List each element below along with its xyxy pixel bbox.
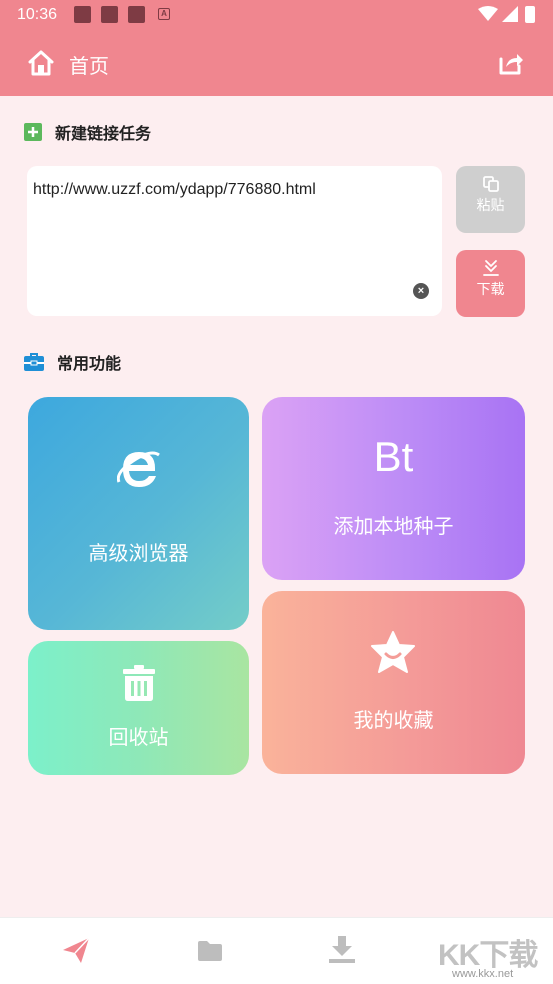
signal-icon	[502, 6, 518, 22]
notification-icon	[74, 6, 91, 23]
status-time: 10:36	[17, 6, 58, 23]
download-arrow-icon	[482, 260, 499, 276]
status-bar: 10:36 A	[0, 0, 553, 32]
section-title: 常用功能	[57, 354, 122, 373]
paste-button-label: 粘贴	[476, 198, 505, 214]
add-torrent-card-label: 添加本地种子	[333, 514, 454, 538]
recycle-bin-card[interactable]: 回收站	[28, 641, 249, 775]
add-torrent-card[interactable]: Bt 添加本地种子	[262, 397, 525, 580]
browser-card-label: 高级浏览器	[88, 541, 189, 565]
add-icon	[24, 123, 42, 141]
bt-icon: Bt	[373, 433, 414, 480]
download-icon[interactable]	[328, 935, 356, 965]
browser-e-icon	[117, 451, 160, 487]
star-icon	[371, 631, 415, 673]
send-icon[interactable]	[61, 935, 91, 965]
url-input-value: http://www.uzzf.com/ydapp/776880.html	[33, 181, 316, 198]
download-button[interactable]: 下载	[456, 250, 525, 317]
notification-icon	[101, 6, 118, 23]
section-title: 新建链接任务	[55, 124, 152, 143]
folder-icon[interactable]	[197, 940, 223, 962]
wifi-icon	[478, 6, 498, 21]
url-input[interactable]: http://www.uzzf.com/ydapp/776880.html ×	[27, 166, 442, 316]
download-button-label: 下载	[476, 282, 505, 298]
clear-icon[interactable]: ×	[413, 283, 429, 299]
trash-icon	[123, 665, 155, 701]
copy-icon	[482, 176, 499, 192]
page-title: 首页	[69, 54, 109, 78]
toolbox-icon	[24, 353, 44, 371]
favorites-card-label: 我的收藏	[353, 708, 434, 732]
favorites-card[interactable]: 我的收藏	[262, 591, 525, 774]
paste-button[interactable]: 粘贴	[456, 166, 525, 233]
app-header-bar: 10:36 A 首页	[0, 0, 553, 96]
share-icon[interactable]	[498, 50, 524, 76]
section-new-task: 新建链接任务	[23, 120, 151, 144]
recycle-bin-card-label: 回收站	[108, 725, 169, 749]
browser-card[interactable]: 高级浏览器	[28, 397, 249, 630]
text-notification-icon: A	[158, 8, 170, 20]
battery-icon	[525, 6, 535, 23]
home-icon[interactable]	[27, 49, 55, 77]
section-common: 常用功能	[23, 350, 121, 374]
watermark-url: www.kkx.net	[452, 968, 514, 980]
page-header: 首页	[0, 32, 553, 96]
notification-icon	[128, 6, 145, 23]
